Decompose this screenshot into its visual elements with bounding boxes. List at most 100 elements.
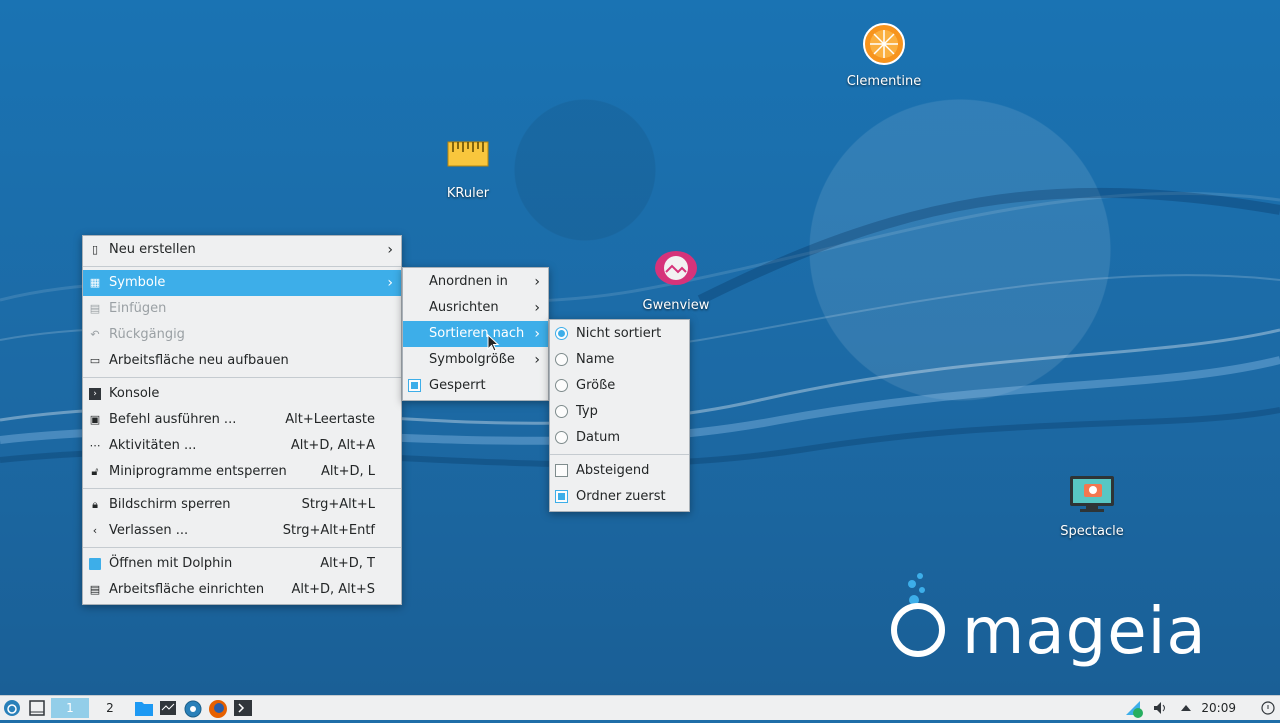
desktop-icon-kruler[interactable]: KRuler [418,132,518,201]
menu-item-label: Ausrichten [429,300,499,315]
menu-item-label: Datum [576,430,620,445]
menu-separator [83,266,401,267]
panel-settings-icon[interactable] [1260,699,1276,717]
menu-item-sort-size[interactable]: Größe [550,373,689,399]
gwenview-icon [652,244,700,292]
menu-item-leave[interactable]: ‹ Verlassen ... Strg+Alt+Entf [83,518,401,544]
menu-item-configure-desktop[interactable]: ▤ Arbeitsfläche einrichten Alt+D, Alt+S [83,577,401,603]
menu-item-label: Öffnen mit Dolphin [109,556,233,571]
menu-item-folders-first[interactable]: Ordner zuerst [550,484,689,510]
menu-item-label: Nicht sortiert [576,326,662,341]
desktop-icon-label: Spectacle [1060,524,1124,539]
descending-checkbox[interactable] [555,464,568,477]
menu-item-run-command[interactable]: ▣ Befehl ausführen ... Alt+Leertaste [83,407,401,433]
mouse-cursor-icon [487,333,501,354]
menu-item-undo[interactable]: ↶ Rückgängig [83,322,401,348]
folders-first-checkbox[interactable] [555,490,568,503]
chevron-right-icon: › [534,352,540,368]
terminal-icon: › [89,388,101,400]
menu-item-sort-by[interactable]: Sortieren nach › [403,321,548,347]
menu-item-refresh-desktop[interactable]: ▭ Arbeitsfläche neu aufbauen [83,348,401,374]
unsorted-radio[interactable] [555,327,568,340]
menu-item-sort-date[interactable]: Datum [550,425,689,451]
menu-item-label: Arbeitsfläche einrichten [109,582,265,597]
menu-item-label: Neu erstellen [109,242,196,257]
network-update-icon[interactable] [1124,699,1144,718]
desktop-icon-spectacle[interactable]: Spectacle [1042,470,1142,539]
desktop-icon-gwenview[interactable]: Gwenview [626,244,726,313]
sort-submenu: Nicht sortiert Name Größe Typ Datum Abst… [549,319,690,512]
locked-checkbox[interactable] [408,379,421,392]
menu-item-label: Arbeitsfläche neu aufbauen [109,353,289,368]
chevron-right-icon: › [534,300,540,316]
desktop-context-menu: ▯ Neu erstellen › ▦ Symbole › ▤ Einfügen… [82,235,402,605]
menu-item-label: Befehl ausführen ... [109,412,237,427]
menu-item-align[interactable]: Ausrichten › [403,295,548,321]
menu-item-activities[interactable]: ⋯ Aktivitäten ... Alt+D, Alt+A [83,433,401,459]
configure-icon: ▤ [89,583,101,596]
menu-item-arrange-in[interactable]: Anordnen in › [403,269,548,295]
menu-item-shortcut: Alt+D, L [320,464,375,479]
clementine-icon [860,20,908,68]
menu-item-sort-name[interactable]: Name [550,347,689,373]
chevron-right-icon: › [387,275,393,291]
pager-desktop-2[interactable]: 2 [91,698,129,718]
desktop-icon-label: Clementine [846,74,922,89]
undo-icon: ↶ [90,328,100,341]
menu-item-symbole[interactable]: ▦ Symbole › [83,270,401,296]
dolphin-launcher-icon[interactable] [134,699,154,717]
menu-item-shortcut: Alt+D, T [320,556,375,571]
menu-item-label: Konsole [109,386,160,401]
pager-desktop-1[interactable]: 1 [51,698,89,718]
menu-item-sort-type[interactable]: Typ [550,399,689,425]
mageia-logo: mageia [884,570,1234,680]
size-radio[interactable] [555,379,568,392]
menu-item-label: Rückgängig [109,327,185,342]
menu-item-paste[interactable]: ▤ Einfügen [83,296,401,322]
desktop-icon-label: KRuler [446,186,490,201]
menu-item-shortcut: Strg+Alt+Entf [282,523,375,538]
name-radio[interactable] [555,353,568,366]
menu-item-label: Verlassen ... [109,523,189,538]
chevron-right-icon: › [534,326,540,342]
menu-item-label: Symbolgröße [429,352,515,367]
unlock-icon: 🔓︎ [91,465,99,478]
new-document-icon: ▯ [91,243,99,256]
menu-item-label: Bildschirm sperren [109,497,231,512]
menu-item-open-dolphin[interactable]: Öffnen mit Dolphin Alt+D, T [83,551,401,577]
menu-item-descending[interactable]: Absteigend [550,458,689,484]
konsole-icon[interactable] [233,699,253,717]
menu-item-shortcut: Strg+Alt+L [301,497,375,512]
menu-item-unlock-widgets[interactable]: 🔓︎ Miniprogramme entsperren Alt+D, L [83,459,401,485]
ruler-icon [444,132,492,180]
chevron-right-icon: › [534,274,540,290]
icons-grid-icon: ▦ [89,276,101,289]
system-monitor-icon[interactable] [159,699,177,717]
menu-item-icon-size[interactable]: Symbolgröße › [403,347,548,373]
volume-icon[interactable] [1152,699,1170,717]
menu-item-konsole[interactable]: › Konsole [83,381,401,407]
menu-item-new[interactable]: ▯ Neu erstellen › [83,237,401,263]
menu-item-unsorted[interactable]: Nicht sortiert [550,321,689,347]
clock[interactable]: 20:09 [1201,696,1236,720]
folder-icon [89,558,101,570]
desktop-icon-clementine[interactable]: Clementine [834,20,934,89]
menu-item-label: Name [576,352,615,367]
menu-item-locked[interactable]: Gesperrt [403,373,548,399]
settings-gear-icon[interactable] [183,699,203,718]
menu-separator [83,547,401,548]
type-radio[interactable] [555,405,568,418]
chevron-right-icon: › [387,242,393,258]
desktop-icon-label: Gwenview [642,298,710,313]
taskbar: 1 2 20:09 [0,695,1280,720]
paste-icon: ▤ [89,302,101,315]
menu-separator [550,454,689,455]
tray-expand-chevron-up-icon[interactable] [1178,699,1194,717]
menu-item-label: Sortieren nach [429,326,525,341]
application-launcher-icon[interactable] [3,699,21,717]
firefox-icon[interactable] [208,699,228,718]
run-command-icon: ▣ [89,413,101,426]
show-desktop-icon[interactable] [28,699,46,717]
menu-item-lock-screen[interactable]: 🔒︎ Bildschirm sperren Strg+Alt+L [83,492,401,518]
date-radio[interactable] [555,431,568,444]
